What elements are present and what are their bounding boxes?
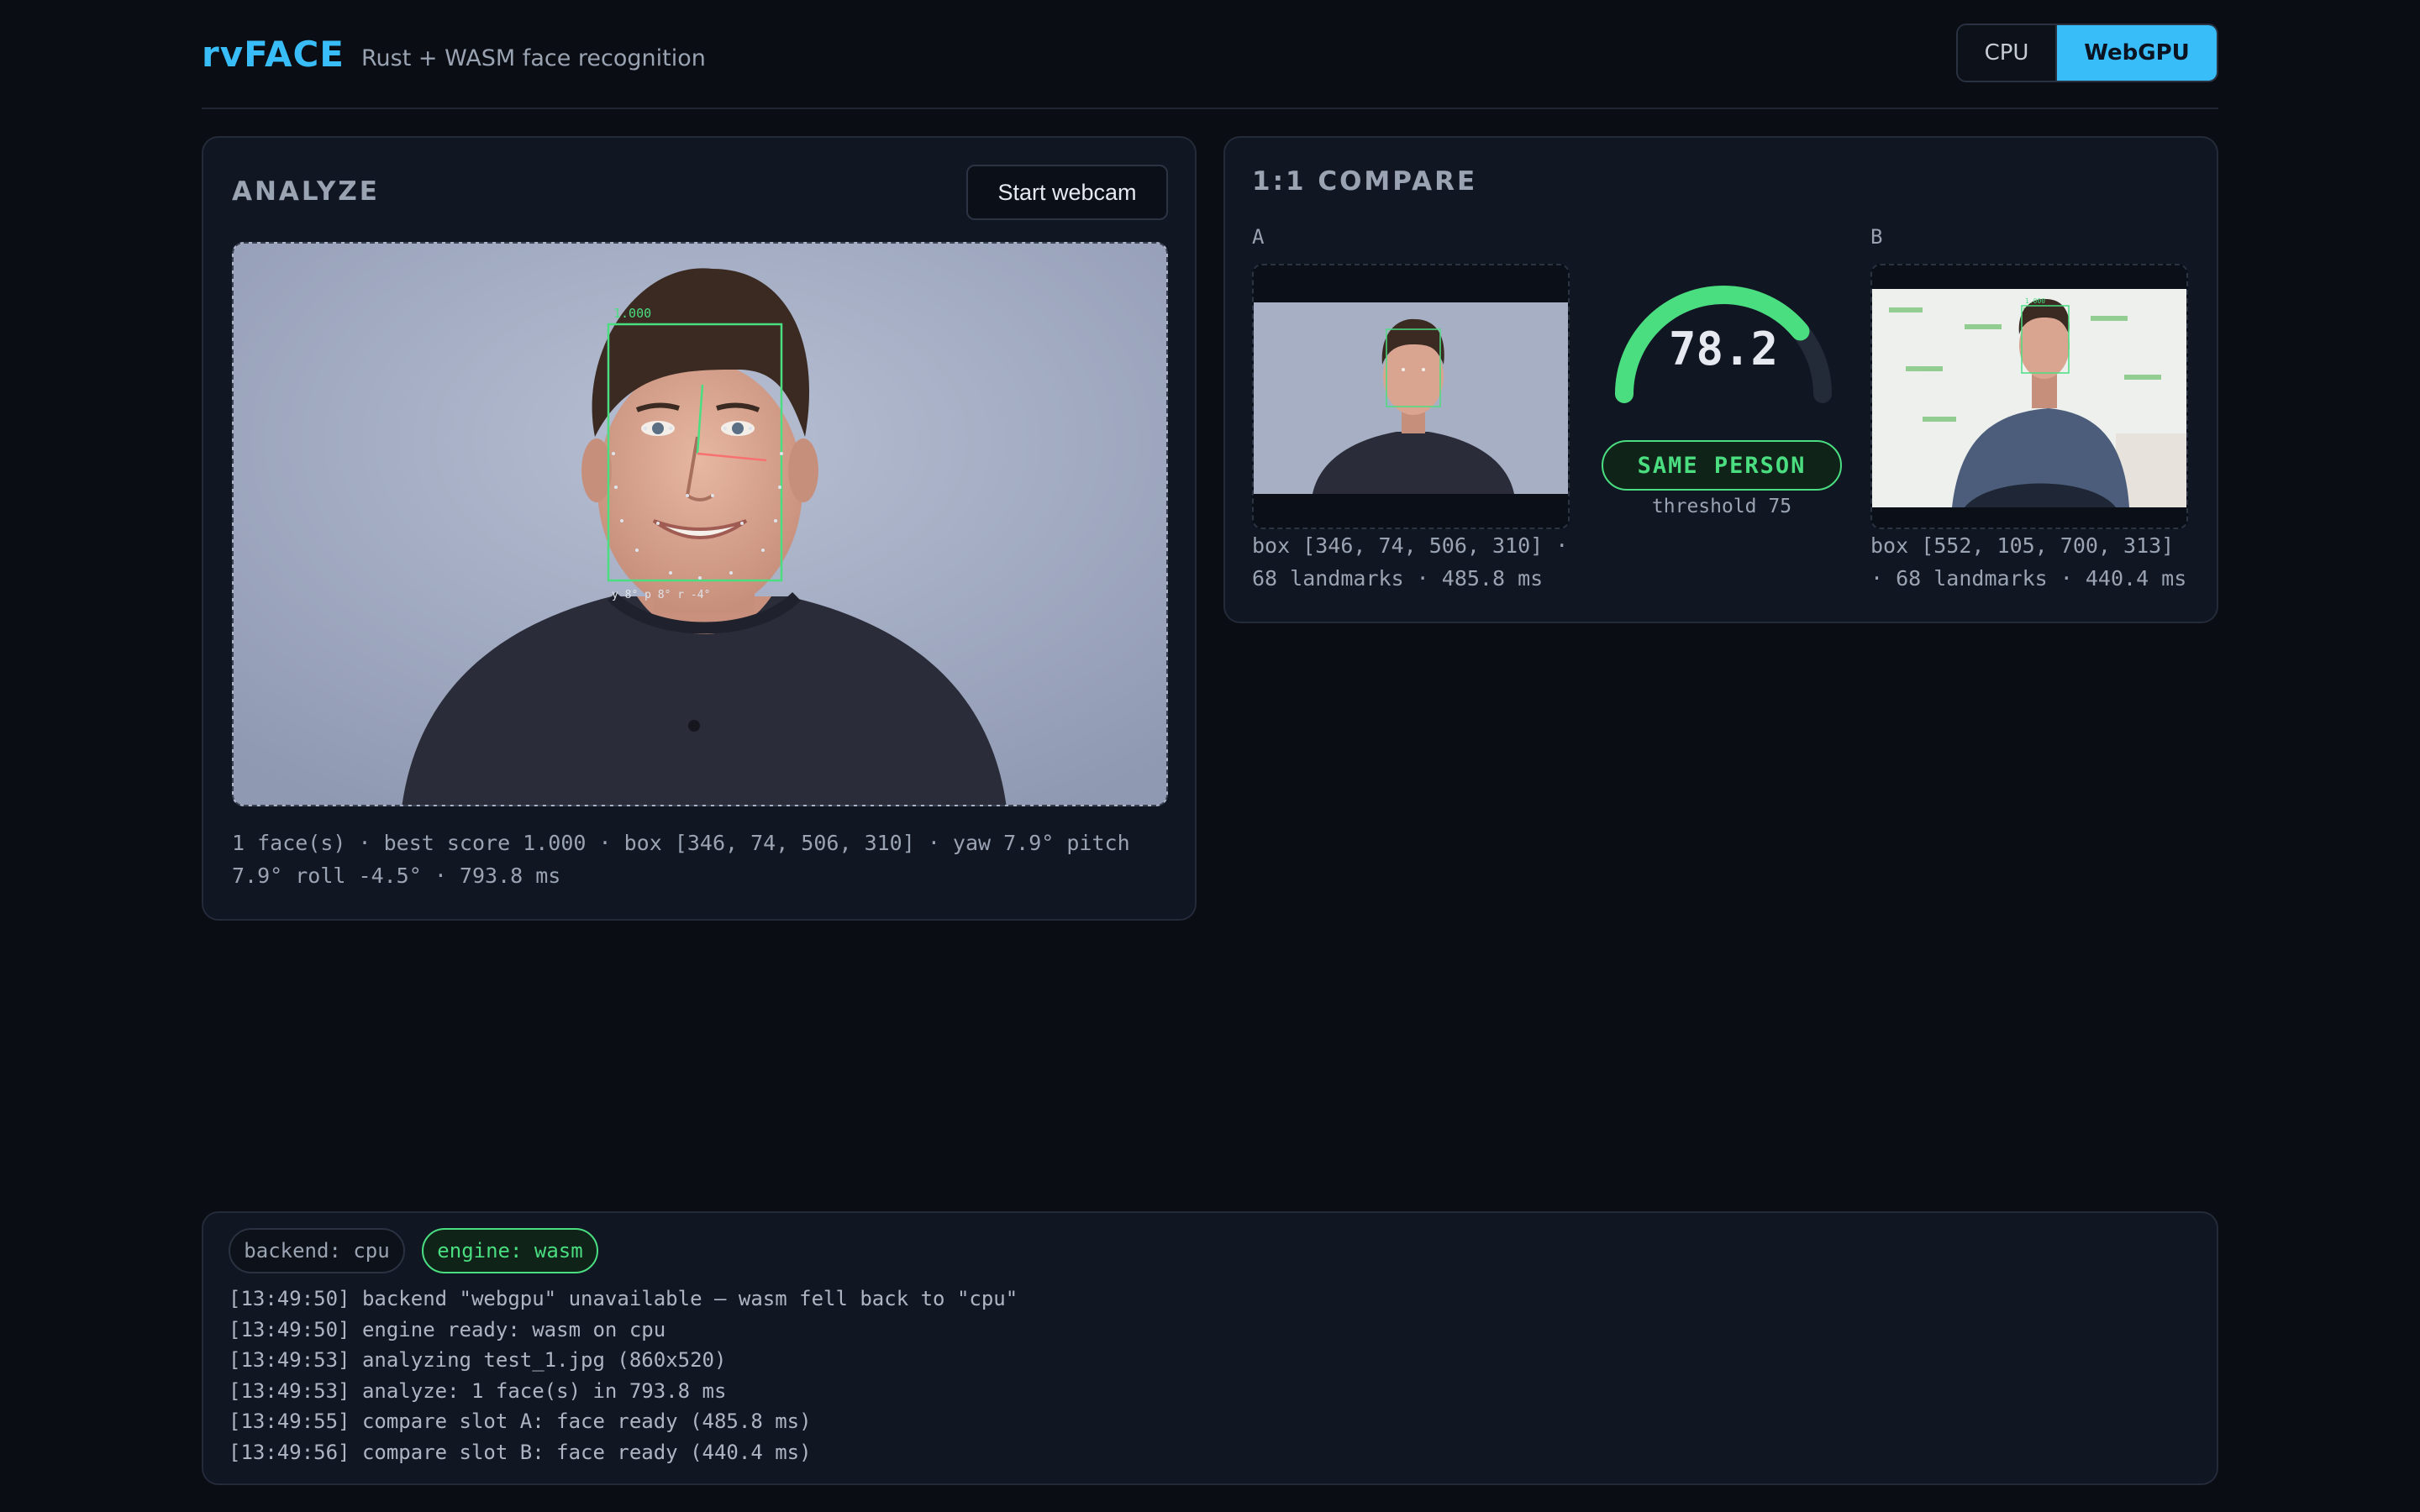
backend-webgpu-button[interactable]: WebGPU [2057,25,2217,81]
slot-a-image [1254,265,1568,528]
backend-cpu-button[interactable]: CPU [1958,25,2057,81]
app-header: rvFACE Rust + WASM face recognition CPU … [202,24,2218,109]
similarity-score: 78.2 [1669,323,1778,375]
similarity-gauge: 78.2 [1615,286,1832,403]
log-line: [13:49:56] compare slot B: face ready (4… [229,1440,812,1464]
threshold-label: threshold 75 [1651,496,1792,517]
slot-b-meta: box [552, 105, 700, 313] · 68 landmarks … [1870,533,2187,591]
slot-b-label: B [1870,225,1883,249]
engine-status-pill: engine: wasm [422,1228,598,1273]
slot-a-meta: box [346, 74, 506, 310] · 68 landmarks ·… [1252,533,1569,591]
detection-score-label: 1.000 [613,306,651,321]
log-line: [13:49:53] analyze: 1 face(s) in 793.8 m… [229,1378,727,1403]
log-line: [13:49:53] analyzing test_1.jpg (860x520… [229,1348,727,1372]
analyzed-portrait: 1.000 y 8° p 8° r -4° [234,244,1166,805]
slot-a-label: A [1252,225,1265,249]
analyze-result-meta: 1 face(s) · best score 1.000 · box [346,… [232,831,1130,888]
log-line: [13:49:50] backend "webgpu" unavailable … [229,1287,1018,1310]
verdict-badge: SAME PERSON [1602,440,1842,491]
analyze-image-dropzone[interactable]: 1.000 y 8° p 8° r -4° [232,242,1168,806]
compare-title: 1:1 COMPARE [1252,166,1478,197]
backend-status-pill: backend: cpu [229,1228,405,1273]
analyze-title: ANALYZE [232,176,380,207]
log-panel: backend: cpu engine: wasm [13:49:50] bac… [202,1211,2218,1485]
log-list: [13:49:50] backend "webgpu" unavailable … [229,1284,2161,1467]
backend-toggle: CPU WebGPU [1956,24,2218,82]
slot-b-image: 1.000 [1872,265,2186,528]
slot-a-dropzone[interactable] [1252,264,1570,529]
pose-label: y 8° p 8° r -4° [612,589,710,601]
slot-b-dropzone[interactable]: 1.000 [1870,264,2188,529]
brand-logo: rvFACE [202,34,345,75]
log-line: [13:49:55] compare slot A: face ready (4… [229,1410,812,1433]
slot-b-detection-score: 1.000 [2025,297,2045,305]
analyze-panel: ANALYZE Start webcam 1.000 y 8° p 8° r -… [202,136,1197,921]
start-webcam-button[interactable]: Start webcam [966,165,1168,220]
tagline: Rust + WASM face recognition [361,45,706,71]
log-line: [13:49:50] engine ready: wasm on cpu [229,1317,666,1341]
compare-panel: 1:1 COMPARE A box [346, 74, 506, 310] · … [1223,136,2218,623]
